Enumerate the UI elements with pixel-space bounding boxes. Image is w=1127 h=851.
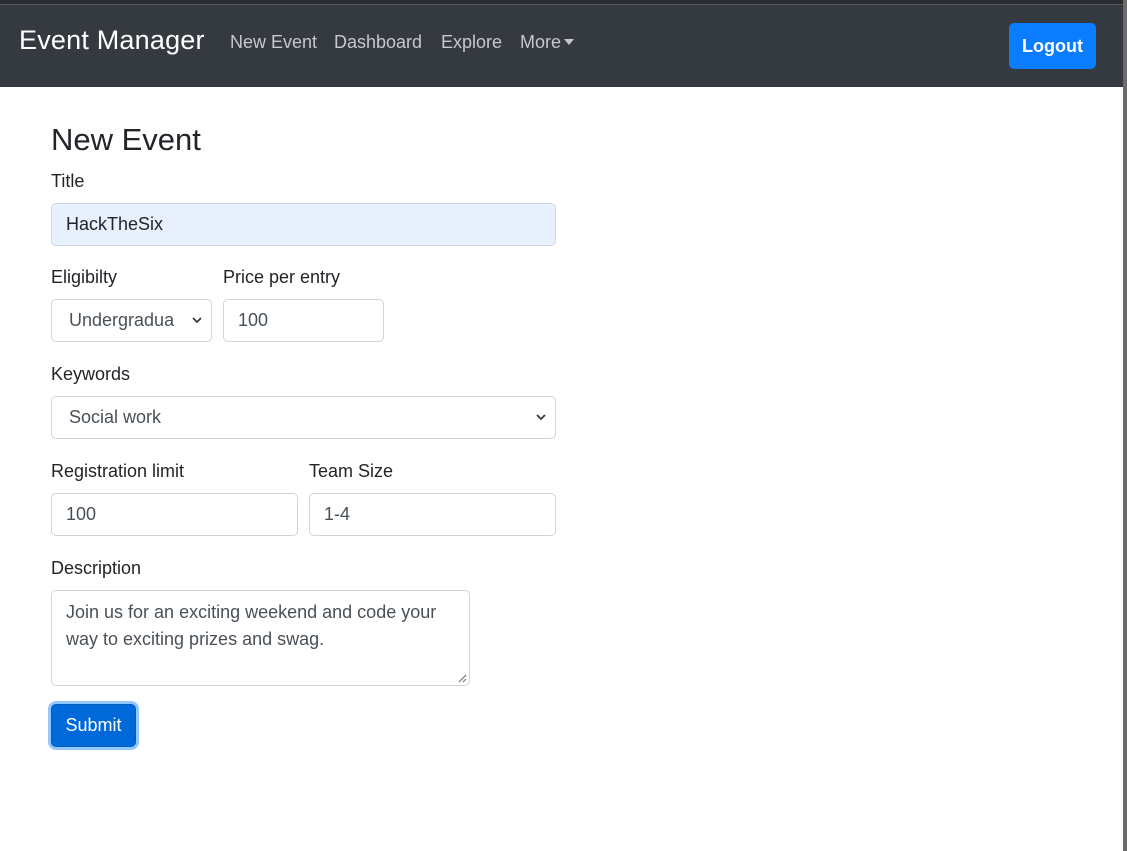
chevron-down-icon xyxy=(536,414,546,421)
price-label: Price per entry xyxy=(223,267,341,287)
page-title: New Event xyxy=(51,122,201,157)
eligibility-select[interactable]: Undergradua xyxy=(51,299,212,342)
nav-dropdown-more-label: More xyxy=(520,32,562,52)
description-label: Description xyxy=(51,558,142,578)
title-label: Title xyxy=(51,171,85,191)
nav-dropdown-more[interactable]: More xyxy=(520,32,575,53)
nav-link-new-event[interactable]: New Event xyxy=(230,32,317,53)
price-input[interactable]: 100 xyxy=(223,299,384,342)
registration-limit-input[interactable]: 100 xyxy=(51,493,298,536)
nav-link-explore[interactable]: Explore xyxy=(441,32,502,53)
eligibility-select-value: Undergradua xyxy=(69,310,175,330)
navbar-brand[interactable]: Event Manager xyxy=(19,25,205,56)
resize-grip-icon[interactable] xyxy=(456,672,467,683)
nav-link-dashboard[interactable]: Dashboard xyxy=(334,32,422,53)
team-size-input[interactable]: 1-4 xyxy=(309,493,556,536)
chevron-down-icon xyxy=(192,317,202,324)
keywords-select-value: Social work xyxy=(69,407,162,427)
team-size-label: Team Size xyxy=(309,461,394,481)
caret-down-icon xyxy=(564,38,575,45)
keywords-select[interactable]: Social work xyxy=(51,396,556,439)
submit-button[interactable]: Submit xyxy=(51,704,136,747)
description-text: Join us for an exciting weekend and code… xyxy=(66,602,437,649)
eligibility-label: Eligibilty xyxy=(51,267,118,287)
navbar: Event Manager New Event Dashboard Explor… xyxy=(0,5,1123,87)
title-input[interactable]: HackTheSix xyxy=(51,203,556,246)
logout-button[interactable]: Logout xyxy=(1009,23,1096,69)
browser-page: Event Manager New Event Dashboard Explor… xyxy=(0,0,1123,851)
description-textarea[interactable]: Join us for an exciting weekend and code… xyxy=(51,590,470,686)
keywords-label: Keywords xyxy=(51,364,131,384)
registration-limit-label: Registration limit xyxy=(51,461,185,481)
